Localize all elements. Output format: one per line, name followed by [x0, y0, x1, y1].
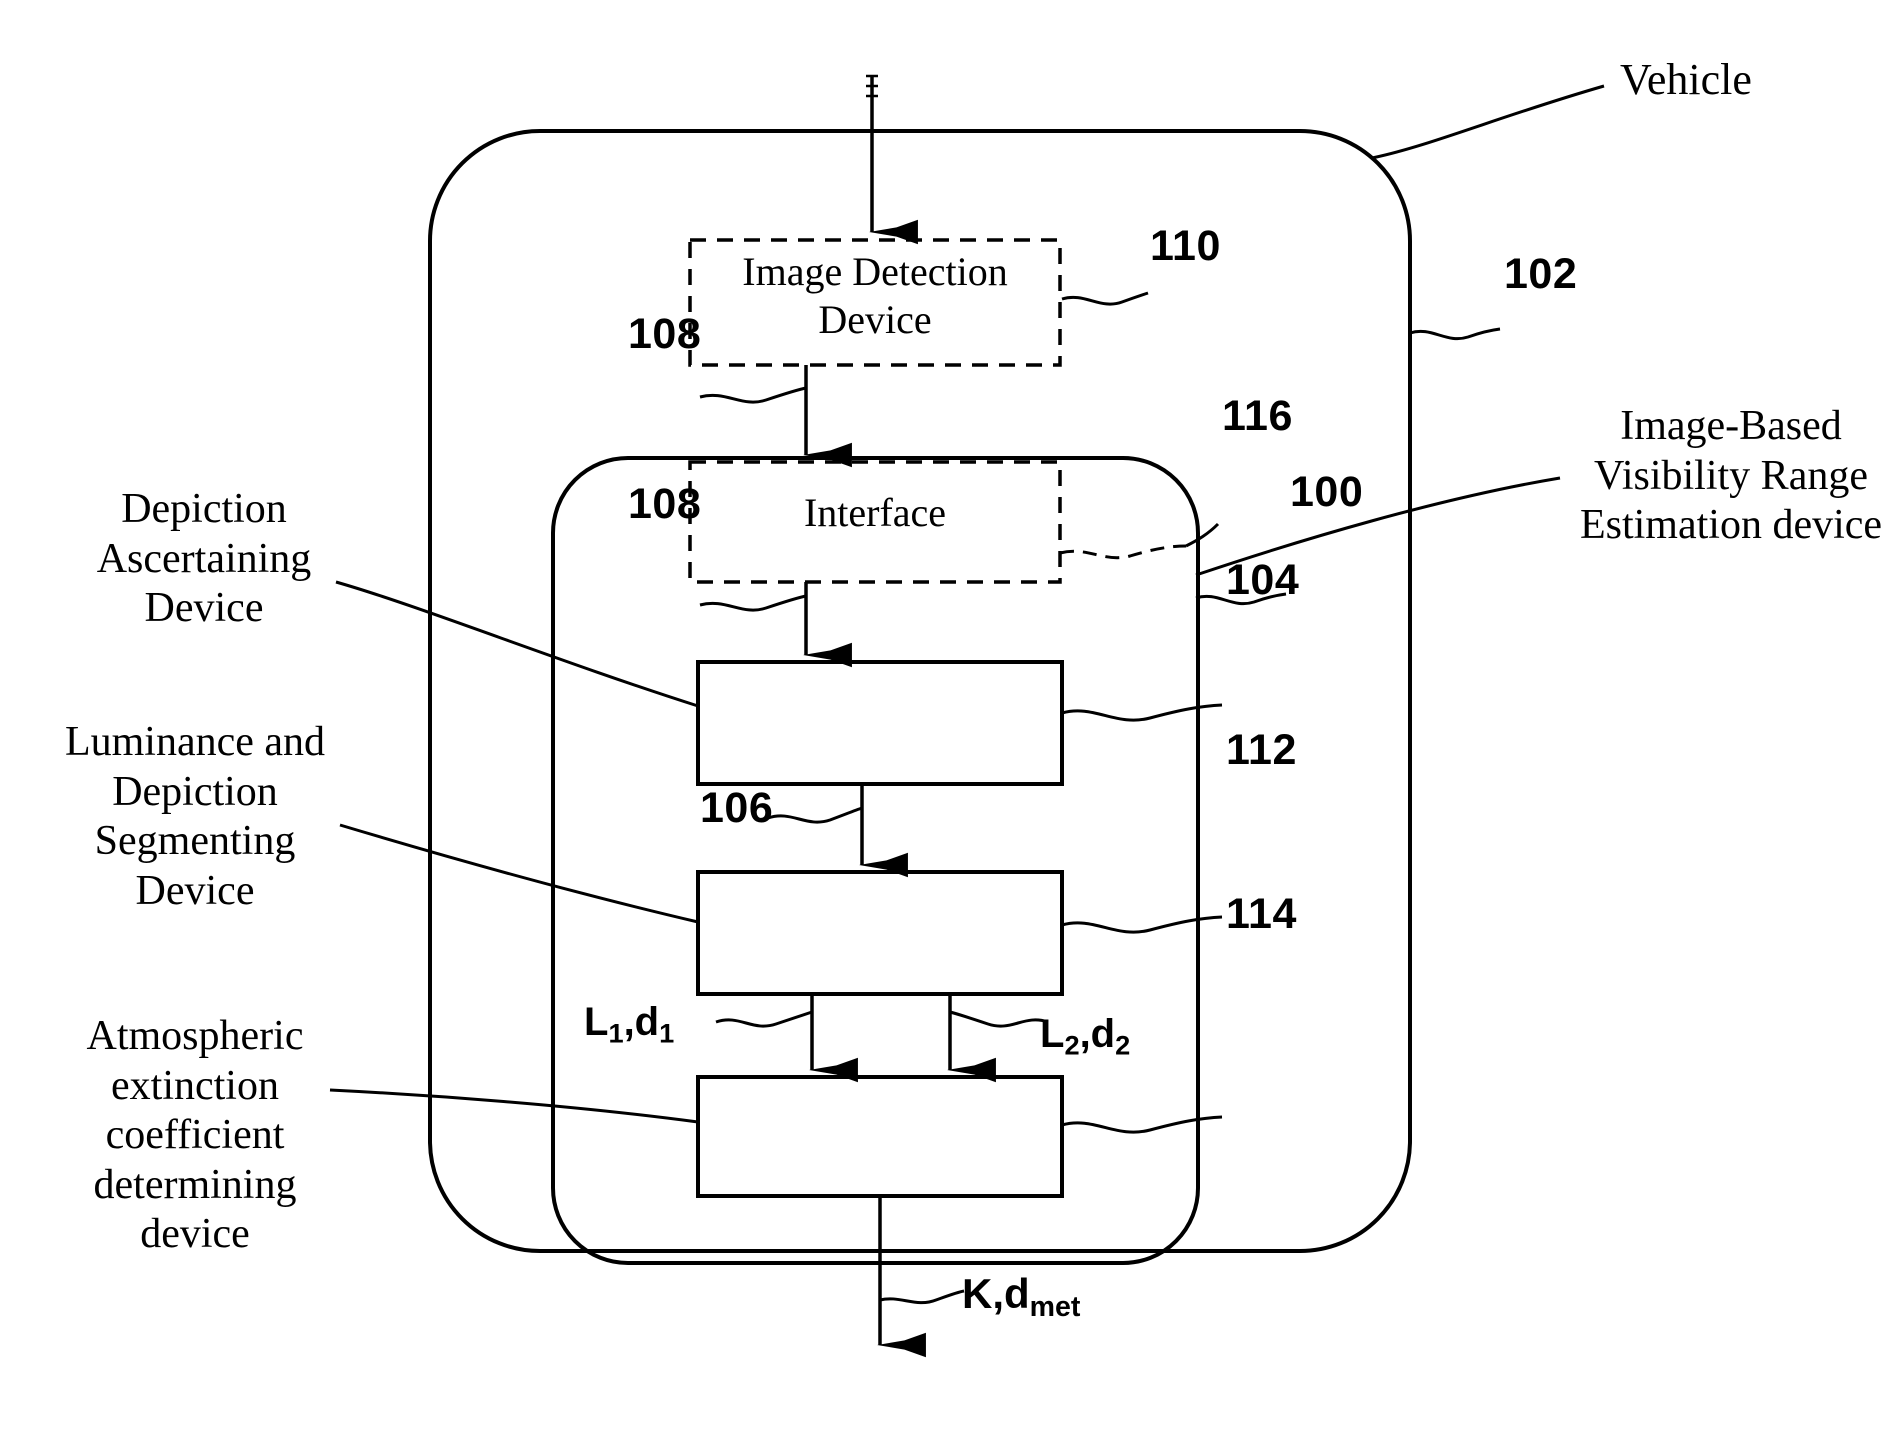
signal-l1d1-sub1: 1 [608, 1017, 624, 1049]
ref-114: 114 [1226, 890, 1297, 938]
ref-116: 116 [1222, 392, 1293, 440]
extinction-device-box [696, 1075, 1064, 1198]
connector-l2d2 [946, 994, 1049, 1083]
figure-canvas: Vehicle Image Detection Device Interface… [0, 0, 1904, 1431]
ref-112: 112 [1226, 726, 1297, 774]
segmenting-device-box [696, 870, 1064, 996]
signal-l2d2: L2,d2 [1040, 1012, 1130, 1062]
signal-l1d1-main: L [584, 1000, 609, 1044]
leader-extinction [329, 1088, 699, 1124]
external-input-connector [866, 74, 918, 245]
extinction-device-side-label: Atmospheric extinction coefficient deter… [86, 1013, 304, 1258]
estimation-device-boundary-shape [551, 456, 1200, 1265]
ref-108-lower: 108 [628, 480, 702, 528]
connector-l1d1 [715, 994, 858, 1083]
signal-output-main: K,d [962, 1270, 1030, 1317]
signal-l1d1-sep: ,d [623, 1000, 660, 1044]
interface-label: Interface [803, 490, 947, 535]
depiction-ascertaining-device-side-label: Depiction Ascertaining Device [96, 486, 312, 632]
ref-100: 100 [1290, 468, 1364, 516]
ref-108-upper: 108 [628, 310, 702, 358]
ref-102: 102 [1504, 250, 1578, 298]
signal-l1d1: L1,d1 [584, 1000, 674, 1050]
signal-output-k-dmet: K,dmet [962, 1270, 1080, 1324]
estimation-device-side-label: Image-Based Visibility Range Estimation … [1579, 403, 1883, 549]
signal-output-sub: met [1029, 1290, 1081, 1323]
leader-segmenting [339, 823, 699, 924]
leader-depiction-ascertaining [335, 580, 699, 708]
signal-l2d2-sep: ,d [1079, 1012, 1116, 1056]
ref-116-leader [1059, 522, 1220, 560]
connector-108-upper [699, 365, 852, 468]
leader-vehicle [1371, 84, 1605, 160]
signal-l2d2-main: L [1040, 1012, 1065, 1056]
segmenting-device-side-label: Luminance and Depiction Segmenting Devic… [64, 719, 326, 914]
external-output-connector [876, 1196, 965, 1358]
vehicle-label: Vehicle [1620, 55, 1752, 104]
ref-104: 104 [1226, 556, 1300, 604]
depiction-ascertaining-device-box [696, 660, 1064, 786]
image-detection-device-label: Image Detection Device [742, 249, 1008, 342]
signal-l1d1-sub2: 1 [659, 1017, 675, 1049]
ref-106: 106 [700, 784, 774, 832]
connector-108-lower [699, 582, 852, 668]
signal-l2d2-sub2: 2 [1115, 1029, 1131, 1061]
connector-106 [767, 784, 908, 878]
ref-110: 110 [1150, 222, 1221, 270]
ref-102-leader [1409, 327, 1501, 341]
ref-110-leader [1061, 291, 1149, 306]
signal-l2d2-sub1: 2 [1064, 1029, 1080, 1061]
